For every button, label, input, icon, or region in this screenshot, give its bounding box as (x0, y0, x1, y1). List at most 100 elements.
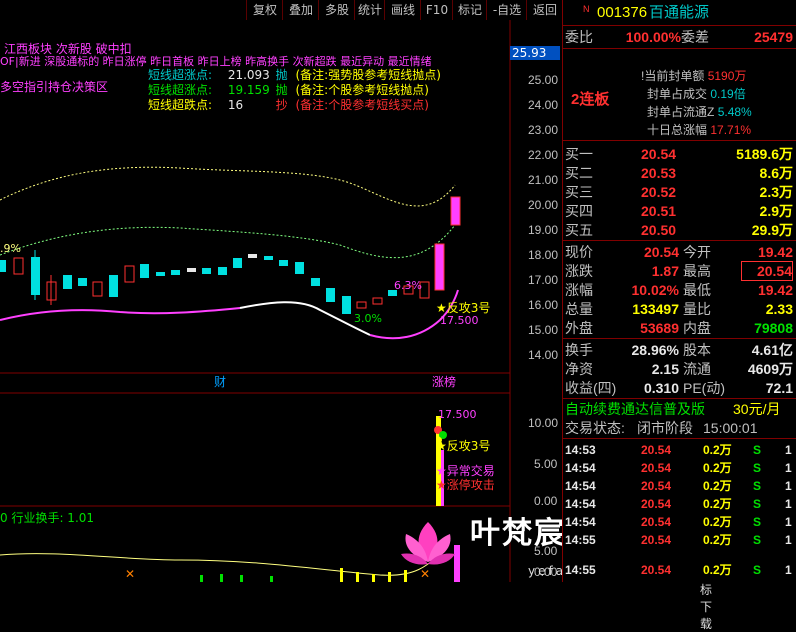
candle (295, 262, 304, 274)
buy-level-4[interactable]: 买四 20.51 2.9万 (563, 201, 796, 221)
candle (92, 281, 103, 297)
candle (248, 254, 257, 258)
candles (0, 196, 461, 314)
price-tick: 25.00 (528, 73, 559, 87)
lower-tick: 0.00 (534, 494, 558, 508)
tick-row: 14:54 20.54 0.2万 S 1 (565, 461, 792, 475)
quote-row: 总量 133497 量比 2.33 (565, 301, 793, 317)
candle (0, 260, 6, 272)
tick-row: 14:53 20.54 0.2万 S 1 (565, 443, 792, 457)
zhangting-signal: ★涨停攻击 (436, 478, 495, 492)
tick-row: 14:54 20.54 0.2万 S 1 (565, 497, 792, 511)
x-marker-icon: ✕ (125, 567, 135, 581)
candle (109, 275, 118, 297)
pct-label: .9% (0, 242, 21, 255)
candle (264, 256, 273, 260)
draw-line-button[interactable]: 画线 (384, 0, 421, 20)
seal-row: 封单占成交 0.19倍 (647, 87, 746, 101)
candle (356, 301, 367, 309)
candle (202, 268, 211, 274)
candle (311, 278, 320, 286)
candle-limit-up (450, 196, 461, 226)
tick-row: 14:55 20.54 0.2万 S 1 (565, 563, 792, 577)
fuquan-button[interactable]: 复权 (246, 0, 283, 20)
price-tick: 19.00 (528, 223, 559, 237)
zhangbang-marker[interactable]: 涨榜 (432, 373, 456, 390)
stock-header: N 001376 百通能源 (563, 3, 796, 25)
quote-row: 外盘 53689 内盘 79808 (565, 320, 793, 336)
kline-chart-area[interactable]: ✕ ✕ 江西板块 次新股 破中扣 OF|新进 深股通标的 昨日涨停 昨日首板 昨… (0, 20, 724, 631)
top-toolbar: 复权 叠加 多股 统计 画线 F10 标记 -自选 返回 (0, 0, 562, 20)
quote-row: 涨幅 10.02% 最低 19.42 (565, 282, 793, 298)
price-tick: 22.00 (528, 148, 559, 162)
lower-tick: 10.00 (528, 416, 559, 430)
weibi-row: 委比 100.00% 委差 25479 (565, 29, 793, 45)
lower-signal-price: 17.500 (438, 408, 477, 421)
candle (63, 275, 72, 289)
stock-name: 百通能源 (649, 4, 710, 21)
indicator-row: 短线超跌点: 16 抄 (备注:个股参考短线买点) (148, 98, 429, 112)
quote-panel: N 001376 百通能源 委比 100.00% 委差 25479 2连板 !当… (562, 0, 796, 582)
buy-level-3[interactable]: 买三 20.52 2.3万 (563, 182, 796, 202)
stats-button[interactable]: 统计 (354, 0, 385, 20)
add-watchlist-button[interactable]: -自选 (486, 0, 527, 20)
price-tick: 17.00 (528, 273, 559, 287)
buy-level-5[interactable]: 买五 20.50 29.9万 (563, 220, 796, 240)
fund-row: 换手 28.96% 股本 4.61亿 (565, 342, 793, 358)
promo-row[interactable]: 自动续费通达信普及版 30元/月 (563, 399, 796, 419)
new-stock-badge: N (583, 4, 590, 14)
tick-row: 14:55 20.54 0.2万 S 1 (565, 533, 792, 547)
candle (31, 257, 40, 295)
pct-label: 3.0% (354, 312, 382, 325)
pct-label: 6.3% (394, 279, 422, 292)
finance-marker[interactable]: 财 (214, 373, 226, 390)
signal-price: 17.500 (440, 314, 479, 327)
buy-level-2[interactable]: 买二 20.53 8.6万 (563, 163, 796, 183)
price-tick: 23.00 (528, 123, 559, 137)
headline-line3: 多空指引持仓决策区 (0, 80, 109, 94)
industry-label: 0 行业换手: 1.01 (0, 511, 95, 525)
buy-level-1[interactable]: 买一 20.54 5189.6万 (563, 144, 796, 164)
lotus-logo (401, 522, 455, 565)
candle-limit-up (434, 243, 445, 291)
upper-band-line (0, 166, 456, 207)
multi-stock-button[interactable]: 多股 (318, 0, 355, 20)
support-line-left (0, 307, 241, 321)
back-button[interactable]: 返回 (526, 0, 563, 20)
price-tick: 18.00 (528, 248, 559, 262)
star-icon: ★ (436, 478, 447, 492)
candle (233, 258, 242, 268)
quote-row: 涨跌 1.87 最高 20.54 (565, 261, 793, 281)
current-price-marker: 25.93 (510, 46, 560, 60)
star-icon: ★ (436, 439, 447, 453)
trade-status-row: 交易状态: 闭市阶段 15:00:01 (565, 420, 758, 436)
price-tick: 21.00 (528, 173, 559, 187)
tick-row: 14:54 20.54 0.2万 S 1 (565, 515, 792, 529)
f10-button[interactable]: F10 (420, 0, 453, 20)
overlay-button[interactable]: 叠加 (282, 0, 319, 20)
candle (372, 297, 383, 305)
mark-button[interactable]: 标记 (452, 0, 487, 20)
candle (78, 278, 87, 286)
candle (171, 270, 180, 275)
candle (124, 265, 135, 283)
candle (218, 267, 227, 275)
price-tick: 24.00 (528, 98, 559, 112)
candle (156, 272, 165, 276)
price-tick: 14.00 (528, 348, 559, 362)
industry-line (0, 539, 451, 576)
candle (326, 288, 335, 302)
fund-row: 收益(四) 0.310 PE(动) 72.1 (565, 380, 793, 396)
fund-row: 净资 2.15 流通 4609万 (565, 361, 793, 377)
candle (342, 296, 351, 314)
price-tick: 15.00 (528, 323, 559, 337)
lower-tick: 5.00 (534, 457, 558, 471)
stock-code: 001376 (597, 4, 648, 21)
seal-row: !当前封单额 5190万 (641, 69, 747, 83)
tick-row: 14:54 20.54 0.2万 S 1 (565, 479, 792, 493)
candle (13, 257, 24, 275)
price-tick: 16.00 (528, 298, 559, 312)
candle (279, 260, 288, 266)
middle-band-line (0, 224, 456, 259)
lower-fangong-signal: ★反攻3号 (436, 439, 491, 453)
